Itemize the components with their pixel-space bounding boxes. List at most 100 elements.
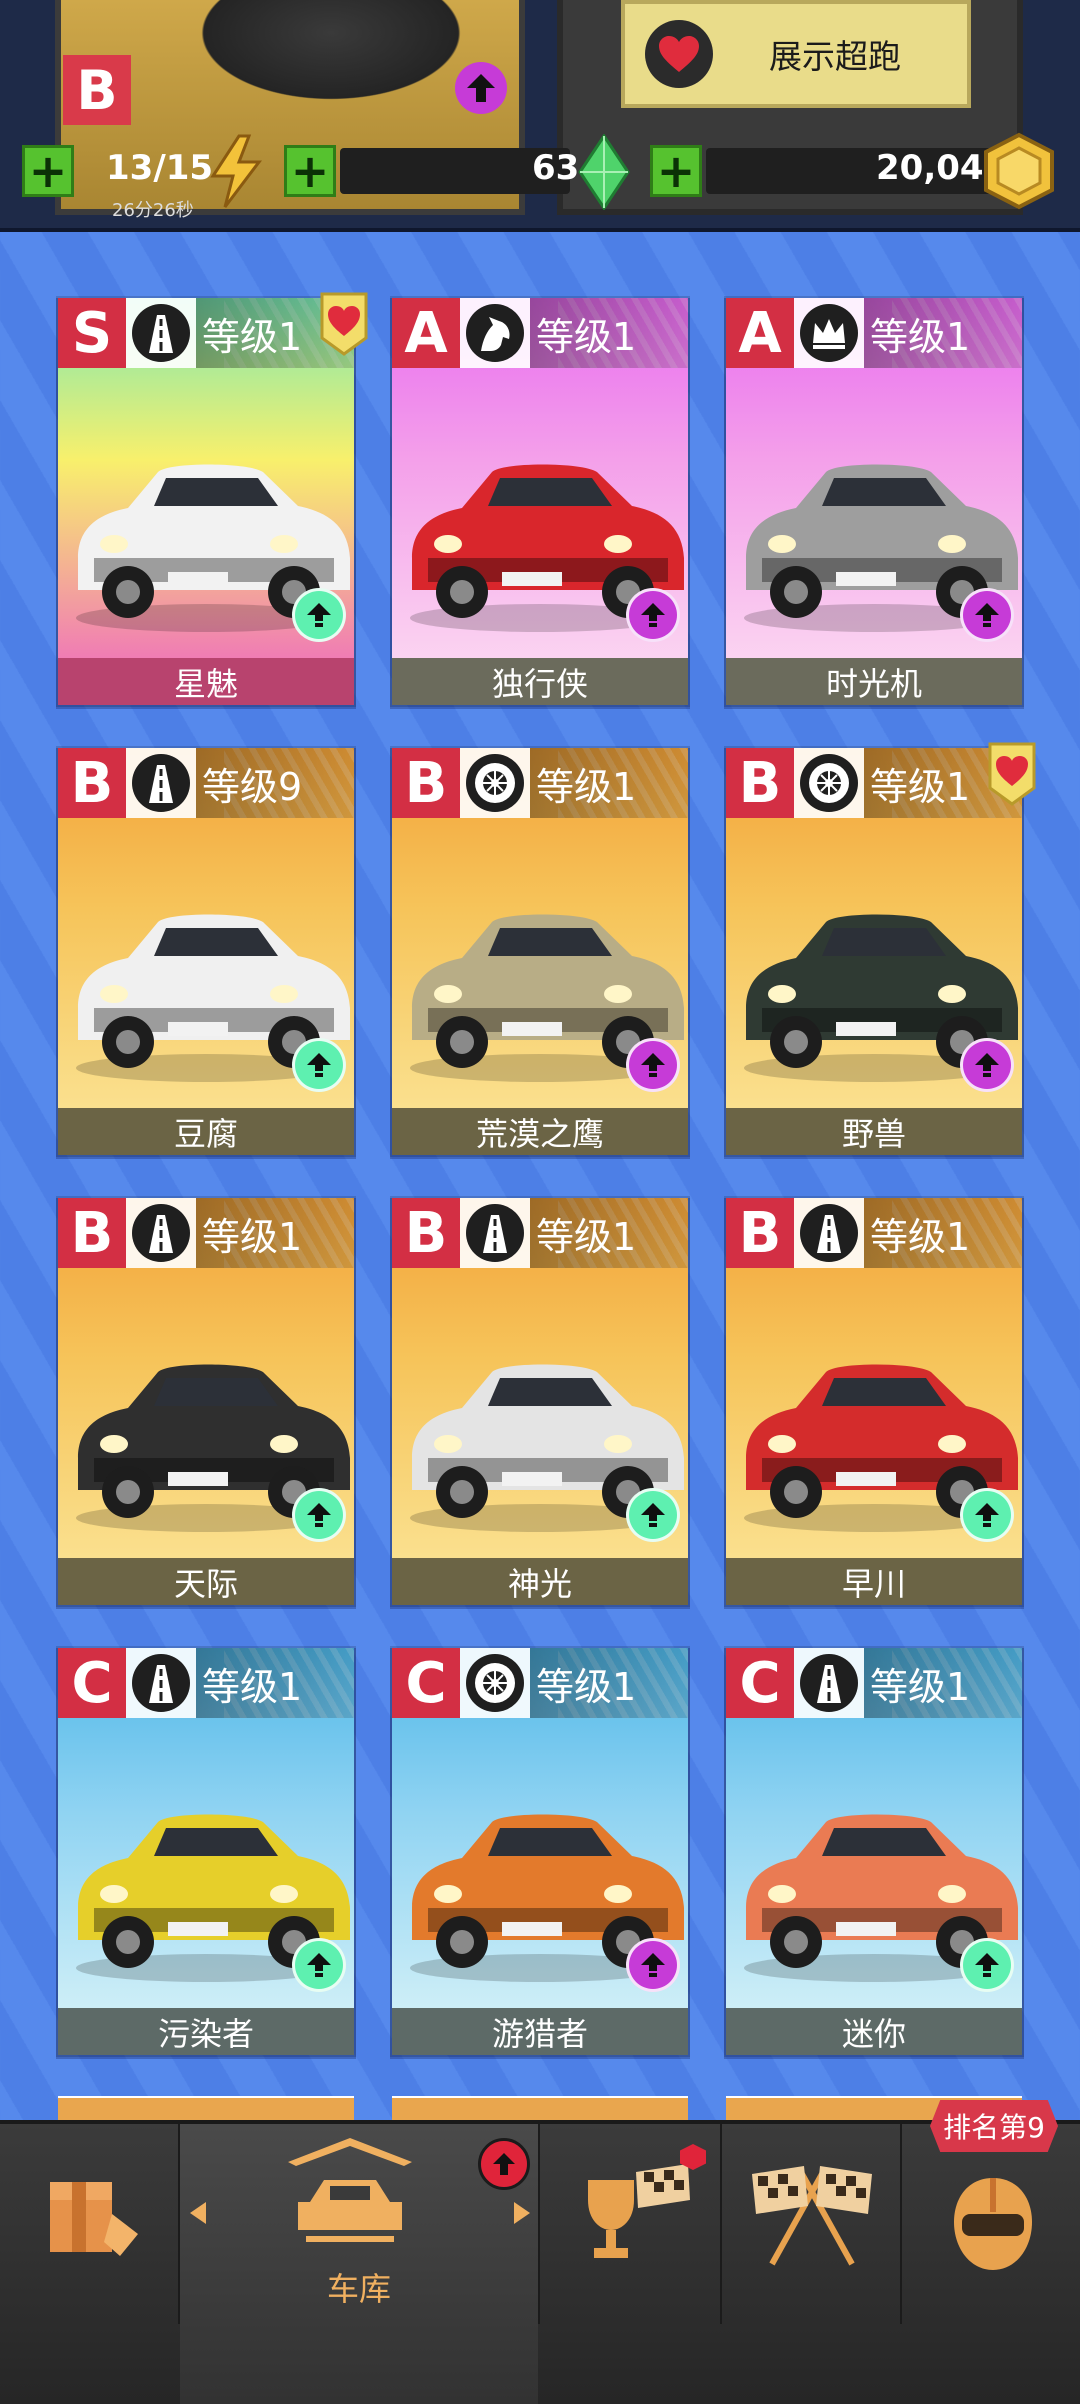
rank-badge: B xyxy=(392,748,460,818)
upgrade-arrow-icon[interactable] xyxy=(960,1038,1014,1092)
favorite-heart-icon[interactable] xyxy=(316,292,372,356)
wheel-icon xyxy=(460,1648,530,1718)
card-header: B 等级1 xyxy=(726,1198,1022,1268)
road-icon xyxy=(126,1198,196,1268)
car-name: 游猎者 xyxy=(392,2008,688,2055)
level-label: 等级1 xyxy=(196,1648,354,1718)
upgrade-arrow-icon[interactable] xyxy=(292,1938,346,1992)
upgrade-arrow-icon[interactable] xyxy=(626,1038,680,1092)
card-header: C 等级1 xyxy=(726,1648,1022,1718)
upgrade-arrow-icon[interactable] xyxy=(292,1488,346,1542)
show-supercar-label: 展示超跑 xyxy=(769,37,901,76)
road-icon xyxy=(794,1198,864,1268)
checkered-flags-icon xyxy=(752,2166,872,2266)
car-card[interactable]: B 等级1 天际 xyxy=(58,1198,354,1605)
energy-count: 13/15 xyxy=(106,148,214,188)
car-card[interactable]: C 等级1 迷你 xyxy=(726,1648,1022,2055)
nav-garage[interactable]: 车库 xyxy=(180,2124,538,2404)
coin-icon xyxy=(984,132,1054,210)
level-label: 等级9 xyxy=(196,748,354,818)
car-card[interactable]: A 等级1 独行侠 xyxy=(392,298,688,705)
card-header: B 等级1 xyxy=(726,748,1022,818)
rank-badge: C xyxy=(392,1648,460,1718)
nav-race[interactable] xyxy=(722,2124,900,2404)
level-label: 等级1 xyxy=(530,1648,688,1718)
rank-banner: 排名第9 xyxy=(930,2100,1058,2152)
nav-garage-label: 车库 xyxy=(326,2270,391,2308)
heart-icon xyxy=(645,20,713,88)
car-name: 污染者 xyxy=(58,2008,354,2055)
garage-upgrade-badge-icon xyxy=(478,2138,530,2190)
garage-car-icon xyxy=(288,2138,412,2242)
wheel-icon xyxy=(794,748,864,818)
prev-arrow-icon[interactable] xyxy=(190,2202,206,2224)
car-name: 神光 xyxy=(392,1558,688,1605)
show-supercar-button[interactable]: 展示超跑 xyxy=(621,0,971,108)
car-card[interactable]: B 等级9 豆腐 xyxy=(58,748,354,1155)
car-name: 独行侠 xyxy=(392,658,688,705)
rank-badge: B xyxy=(392,1198,460,1268)
add-coins-button[interactable]: + xyxy=(650,145,702,197)
car-name: 星魅 xyxy=(58,658,354,705)
upgrade-arrow-icon[interactable] xyxy=(626,1938,680,1992)
top-bar: B 展示超跑 + 13/15 26分26秒 + 63 + 20,045 xyxy=(0,0,1080,232)
road-icon xyxy=(126,748,196,818)
next-arrow-icon[interactable] xyxy=(514,2202,530,2224)
wheel-icon xyxy=(460,748,530,818)
rank-badge: B xyxy=(726,1198,794,1268)
upgrade-arrow-icon xyxy=(455,62,507,114)
car-card[interactable]: B 等级1 野兽 xyxy=(726,742,1036,1155)
rank-badge: B xyxy=(58,1198,126,1268)
nav-shop[interactable] xyxy=(0,2124,178,2404)
level-label: 等级1 xyxy=(530,298,688,368)
road-icon xyxy=(460,1198,530,1268)
energy-timer: 26分26秒 xyxy=(112,200,194,221)
crown-icon xyxy=(794,298,864,368)
lightning-icon xyxy=(210,134,263,208)
car-card[interactable]: S 等级1 星魅 xyxy=(58,292,368,705)
car-name: 迷你 xyxy=(726,2008,1022,2055)
nav-trophy[interactable] xyxy=(540,2124,720,2404)
car-card[interactable]: B 等级1 荒漠之鹰 xyxy=(392,748,688,1155)
car-name: 荒漠之鹰 xyxy=(392,1108,688,1155)
road-icon xyxy=(126,298,196,368)
upgrade-arrow-icon[interactable] xyxy=(292,1038,346,1092)
nav-profile[interactable] xyxy=(902,2124,1080,2404)
add-energy-button[interactable]: + xyxy=(22,145,74,197)
road-icon xyxy=(794,1648,864,1718)
level-label: 等级1 xyxy=(196,1198,354,1268)
car-card[interactable]: C 等级1 污染者 xyxy=(58,1648,354,2055)
rank-badge: B xyxy=(726,748,794,818)
rank-badge: B xyxy=(58,748,126,818)
car-name: 豆腐 xyxy=(58,1108,354,1155)
car-card[interactable]: A 等级1 时光机 xyxy=(726,298,1022,705)
upgrade-arrow-icon[interactable] xyxy=(960,1938,1014,1992)
car-name: 时光机 xyxy=(726,658,1022,705)
card-header: S 等级1 xyxy=(58,298,354,368)
level-label: 等级1 xyxy=(864,298,1022,368)
add-gems-button[interactable]: + xyxy=(284,145,336,197)
car-card[interactable]: C 等级1 游猎者 xyxy=(392,1648,688,2055)
rank-badge: C xyxy=(58,1648,126,1718)
car-card[interactable]: B 等级1 神光 xyxy=(392,1198,688,1605)
bottom-nav: 车库 xyxy=(0,2120,1080,2404)
road-icon xyxy=(126,1648,196,1718)
level-label: 等级1 xyxy=(864,1198,1022,1268)
level-label: 等级1 xyxy=(864,1648,1022,1718)
car-card[interactable]: B 等级1 早川 xyxy=(726,1198,1022,1605)
upgrade-arrow-icon[interactable] xyxy=(626,588,680,642)
favorite-heart-icon[interactable] xyxy=(984,742,1040,806)
card-header: A 等级1 xyxy=(392,298,688,368)
helmet-icon xyxy=(954,2178,1032,2270)
upgrade-arrow-icon[interactable] xyxy=(626,1488,680,1542)
upgrade-arrow-icon[interactable] xyxy=(292,588,346,642)
level-label: 等级1 xyxy=(530,748,688,818)
rank-badge: A xyxy=(726,298,794,368)
card-header: A 等级1 xyxy=(726,298,1022,368)
upgrade-arrow-icon[interactable] xyxy=(960,588,1014,642)
card-header: B 等级1 xyxy=(392,1198,688,1268)
card-header: C 等级1 xyxy=(392,1648,688,1718)
rank-badge: C xyxy=(726,1648,794,1718)
featured-car-image xyxy=(181,0,481,110)
upgrade-arrow-icon[interactable] xyxy=(960,1488,1014,1542)
